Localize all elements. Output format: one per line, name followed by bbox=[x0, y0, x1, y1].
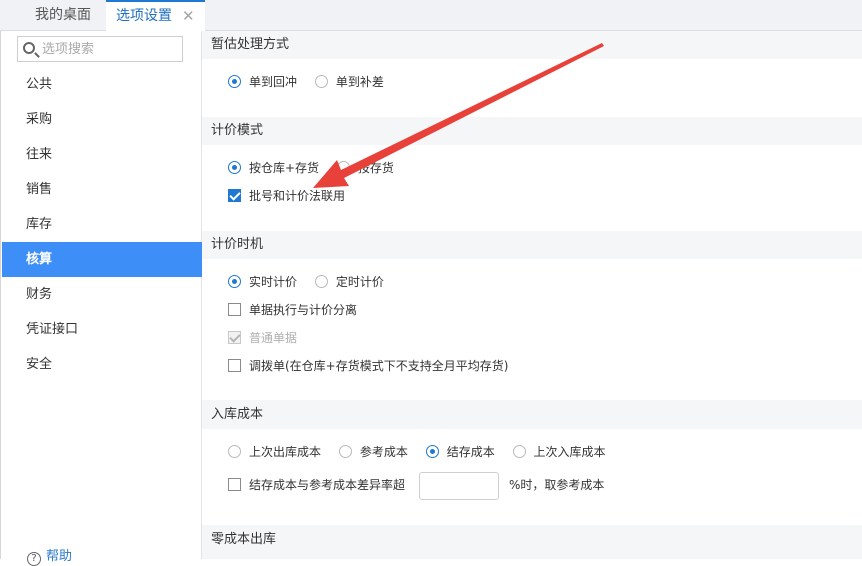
checkbox-label: 批号和计价法联用 bbox=[249, 189, 346, 203]
radio-indicator bbox=[338, 445, 352, 458]
tab-option-settings[interactable]: 选项设置 ✕ bbox=[106, 0, 205, 31]
radio-indicator bbox=[228, 75, 241, 88]
section-title-pricing-timing: 计价时机 bbox=[202, 231, 862, 259]
radio-by-item[interactable]: 按存货 bbox=[336, 158, 394, 178]
search-box[interactable] bbox=[17, 36, 183, 62]
search-icon bbox=[23, 42, 35, 54]
radio-indicator bbox=[314, 75, 328, 88]
checkbox-variance-rate[interactable]: 结存成本与参考成本差异率超 bbox=[228, 478, 405, 492]
sidebar-item-inventory[interactable]: 库存 bbox=[2, 207, 202, 242]
checkbox-label: 结存成本与参考成本差异率超 bbox=[249, 478, 406, 492]
checkbox-indicator bbox=[228, 359, 241, 372]
section-title-zero-cost: 零成本出库 bbox=[202, 525, 862, 559]
sidebar: 公共 采购 往来 销售 库存 核算 财务 凭证接口 安全 ? 帮助 bbox=[0, 31, 202, 566]
radio-indicator bbox=[228, 275, 241, 288]
checkbox-transfer-order[interactable]: 调拨单(在仓库+存货模式下不支持全月平均存货) bbox=[228, 356, 508, 376]
radio-realtime-pricing[interactable]: 实时计价 bbox=[228, 272, 297, 292]
radio-label: 单到补差 bbox=[335, 75, 384, 89]
radio-label: 按仓库+存货 bbox=[249, 161, 320, 175]
sidebar-item-purchase[interactable]: 采购 bbox=[2, 102, 202, 137]
checkbox-normal-documents: 普通单据 bbox=[228, 328, 297, 348]
radio-indicator bbox=[228, 161, 241, 174]
variance-row: 结存成本与参考成本差异率超 %时，取参考成本 bbox=[228, 470, 604, 500]
radio-label: 实时计价 bbox=[249, 275, 298, 289]
radio-indicator bbox=[314, 275, 328, 288]
checkbox-indicator bbox=[228, 303, 241, 316]
help-label: 帮助 bbox=[46, 549, 73, 564]
tab-option-settings-label: 选项设置 bbox=[116, 8, 172, 24]
section-title-pricing-mode: 计价模式 bbox=[202, 117, 862, 145]
checkbox-indicator bbox=[228, 478, 241, 491]
radio-last-outbound-cost[interactable]: 上次出库成本 bbox=[228, 442, 321, 462]
radio-label: 参考成本 bbox=[359, 445, 408, 459]
radio-indicator bbox=[512, 445, 526, 458]
tab-my-desktop[interactable]: 我的桌面 bbox=[35, 0, 91, 31]
section-title-inbound-cost: 入库成本 bbox=[202, 400, 862, 429]
sidebar-item-accounting[interactable]: 核算 bbox=[2, 242, 202, 277]
inbound-cost-options: 上次出库成本 参考成本 结存成本 上次入库成本 bbox=[228, 442, 620, 462]
checkbox-label: 普通单据 bbox=[249, 331, 298, 345]
checkbox-separate-execution[interactable]: 单据执行与计价分离 bbox=[228, 300, 357, 320]
checkbox-label: 单据执行与计价分离 bbox=[249, 303, 358, 317]
section-title-estimate: 暂估处理方式 bbox=[202, 31, 862, 59]
radio-balance-cost[interactable]: 结存成本 bbox=[425, 442, 495, 462]
variance-rate-input[interactable] bbox=[419, 471, 500, 500]
radio-single-difference[interactable]: 单到补差 bbox=[314, 72, 384, 92]
checkbox-indicator bbox=[228, 331, 241, 344]
close-icon[interactable]: ✕ bbox=[182, 2, 195, 31]
radio-label: 上次入库成本 bbox=[533, 445, 606, 459]
radio-label: 结存成本 bbox=[446, 445, 495, 459]
checkbox-label: 调拨单(在仓库+存货模式下不支持全月平均存货) bbox=[249, 359, 509, 373]
radio-label: 单到回冲 bbox=[249, 75, 298, 89]
variance-suffix: %时，取参考成本 bbox=[509, 478, 605, 492]
pricing-mode-options: 按仓库+存货 按存货 bbox=[228, 158, 408, 178]
radio-label: 定时计价 bbox=[335, 275, 384, 289]
help-link[interactable]: ? 帮助 bbox=[27, 545, 72, 566]
radio-single-reversal[interactable]: 单到回冲 bbox=[228, 72, 297, 92]
tab-bar: 我的桌面 选项设置 ✕ bbox=[0, 0, 862, 31]
sidebar-item-sales[interactable]: 销售 bbox=[2, 172, 202, 207]
radio-reference-cost[interactable]: 参考成本 bbox=[338, 442, 408, 462]
sidebar-item-security[interactable]: 安全 bbox=[2, 347, 202, 382]
checkbox-batch-pricing[interactable]: 批号和计价法联用 bbox=[228, 186, 345, 206]
sidebar-item-public[interactable]: 公共 bbox=[2, 67, 202, 102]
search-input[interactable] bbox=[42, 40, 177, 58]
checkbox-indicator bbox=[228, 189, 241, 202]
radio-indicator bbox=[228, 445, 241, 458]
sidebar-item-accounts[interactable]: 往来 bbox=[2, 137, 202, 172]
radio-indicator bbox=[425, 445, 439, 458]
sidebar-item-voucher-interface[interactable]: 凭证接口 bbox=[2, 312, 202, 347]
radio-last-inbound-cost[interactable]: 上次入库成本 bbox=[512, 442, 606, 462]
radio-indicator bbox=[336, 161, 350, 174]
estimate-options: 单到回冲 单到补差 bbox=[228, 72, 398, 92]
settings-panel: 暂估处理方式 单到回冲 单到补差 计价模式 按仓库+存货 按存货 批号和计价法联… bbox=[202, 31, 862, 559]
radio-label: 上次出库成本 bbox=[249, 445, 322, 459]
sidebar-item-finance[interactable]: 财务 bbox=[2, 277, 202, 312]
pricing-timing-options: 实时计价 定时计价 bbox=[228, 272, 398, 292]
radio-label: 按存货 bbox=[357, 161, 394, 175]
radio-scheduled-pricing[interactable]: 定时计价 bbox=[314, 272, 384, 292]
radio-by-warehouse-item[interactable]: 按仓库+存货 bbox=[228, 158, 319, 178]
help-icon: ? bbox=[27, 552, 41, 566]
